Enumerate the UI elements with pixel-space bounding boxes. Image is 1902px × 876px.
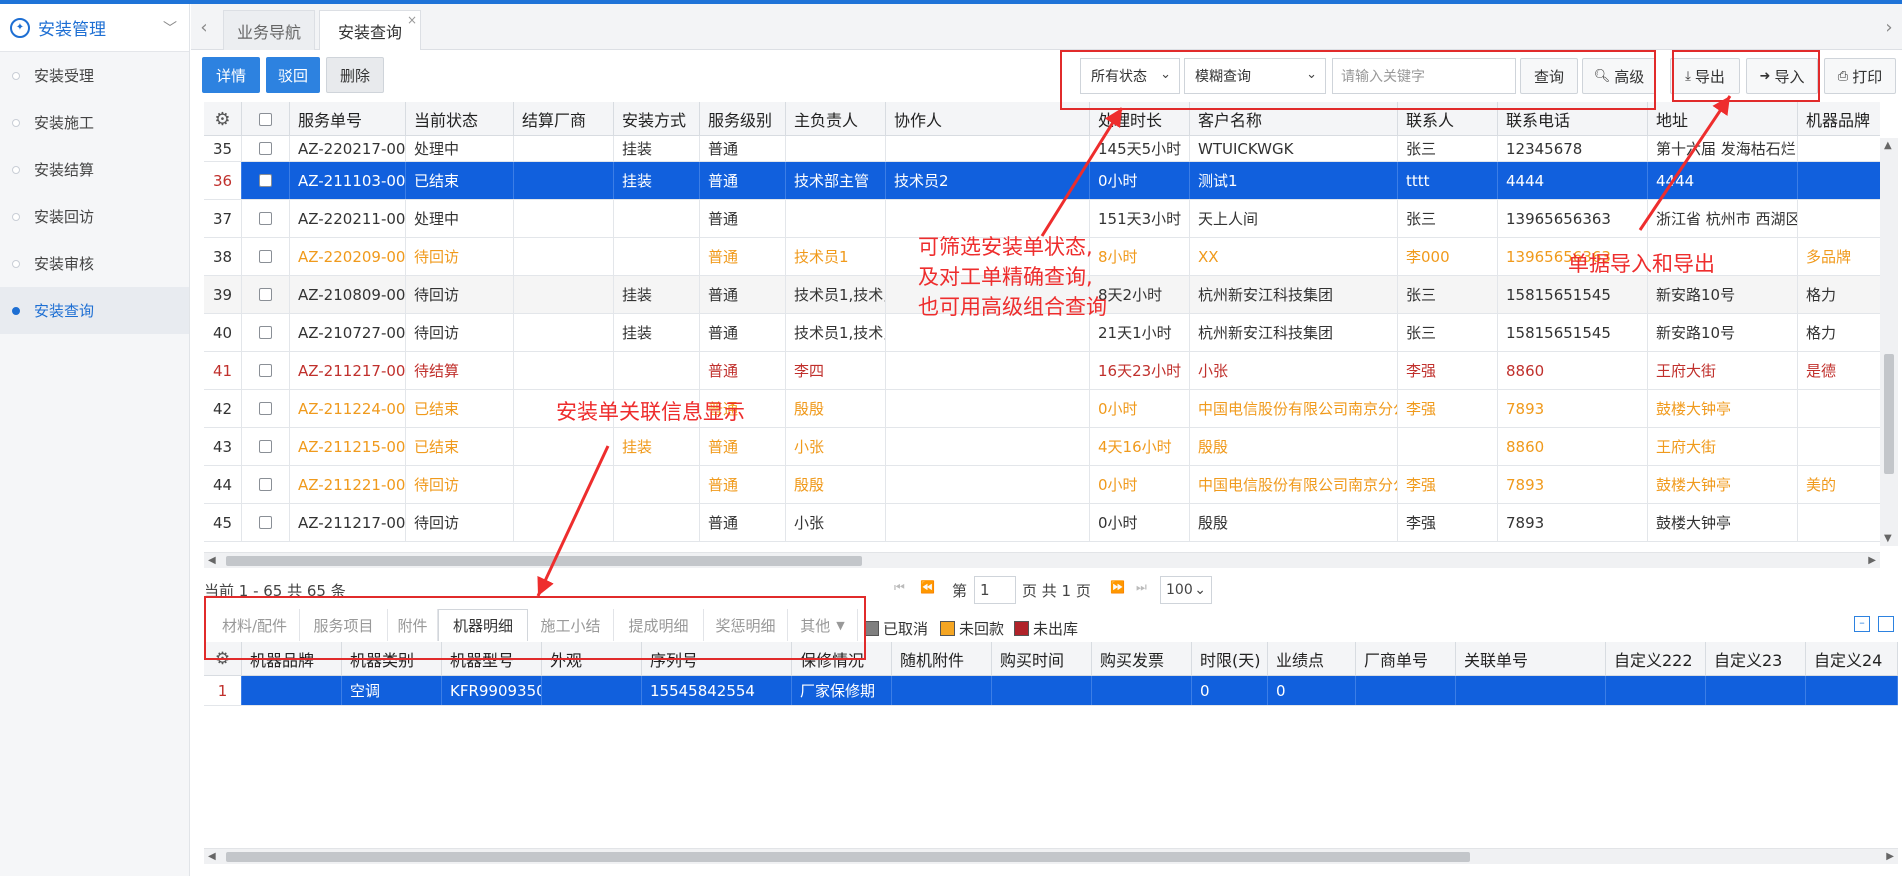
arrow-to-import-export	[1638, 95, 1732, 231]
import-export-annotation: 单据导入和导出	[1568, 252, 1715, 276]
related-info-annotation: 安装单关联信息显示	[556, 400, 745, 424]
annotation-line: 及对工单精确查询,	[918, 265, 1093, 289]
annotation-line: 也可用高级组合查询	[918, 295, 1107, 319]
filter-annotation: 可筛选安装单状态, 及对工单精确查询, 也可用高级组合查询	[918, 232, 1107, 322]
arrow-to-filter	[1040, 107, 1124, 237]
annotation-line: 可筛选安装单状态,	[918, 235, 1093, 259]
annotation-arrows	[536, 95, 1732, 597]
app-window: ✦ 安装管理 ﹀ 安装受理 安装施工 安装结算 安装回访 安装审核 安装查询 ‹ 业务导航…	[0, 0, 1902, 876]
arrow-to-subtabs	[536, 445, 610, 597]
